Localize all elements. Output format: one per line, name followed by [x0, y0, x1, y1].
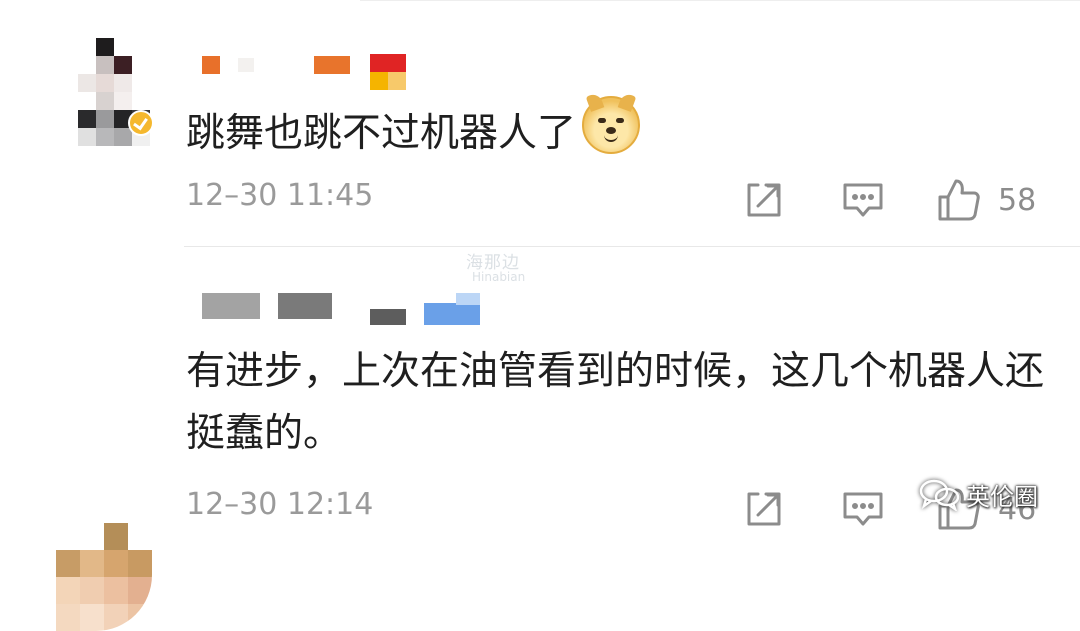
comment-text: 有进步，上次在油管看到的时候，这几个机器人还挺蠢的。 — [186, 349, 1045, 456]
comment-icon — [843, 492, 883, 526]
username-pixel — [202, 293, 260, 319]
username-pixel — [370, 309, 406, 325]
username-pixel — [202, 56, 220, 74]
verified-badge-icon — [128, 110, 154, 136]
badge-pixel — [370, 54, 406, 72]
badge-pixel — [424, 303, 480, 325]
username-pixel — [238, 58, 254, 72]
brand-text: 英伦圈 — [966, 482, 1038, 511]
share-button[interactable] — [744, 175, 784, 225]
timestamp: 12–30 12:14 — [186, 487, 374, 522]
brand-mark: 英伦圈 — [918, 474, 1038, 514]
comment-icon — [843, 183, 883, 217]
timestamp: 12–30 11:45 — [186, 178, 374, 213]
avatar[interactable] — [56, 523, 152, 631]
like-count: 58 — [998, 182, 1037, 218]
share-icon — [747, 492, 781, 526]
doge-emoji-icon — [582, 92, 641, 154]
share-icon — [747, 183, 781, 217]
comment-actions: 58 — [720, 175, 1080, 225]
share-button[interactable] — [744, 484, 784, 534]
comment-text: 跳舞也跳不过机器人了 — [186, 92, 1066, 165]
wechat-icon — [919, 479, 960, 511]
badge-pixel — [388, 72, 406, 90]
reply-button[interactable] — [842, 484, 884, 534]
username-pixel — [278, 293, 332, 319]
comment-item: 跳舞也跳不过机器人了 12–30 11:45 58 — [0, 0, 1080, 246]
thumbs-up-icon — [938, 179, 980, 221]
badge-pixel — [370, 72, 388, 90]
badge-pixel — [456, 293, 480, 305]
like-button[interactable]: 58 — [936, 175, 1036, 225]
username-pixel — [314, 56, 350, 74]
reply-button[interactable] — [842, 175, 884, 225]
comment-text-content: 跳舞也跳不过机器人了 — [186, 111, 577, 156]
